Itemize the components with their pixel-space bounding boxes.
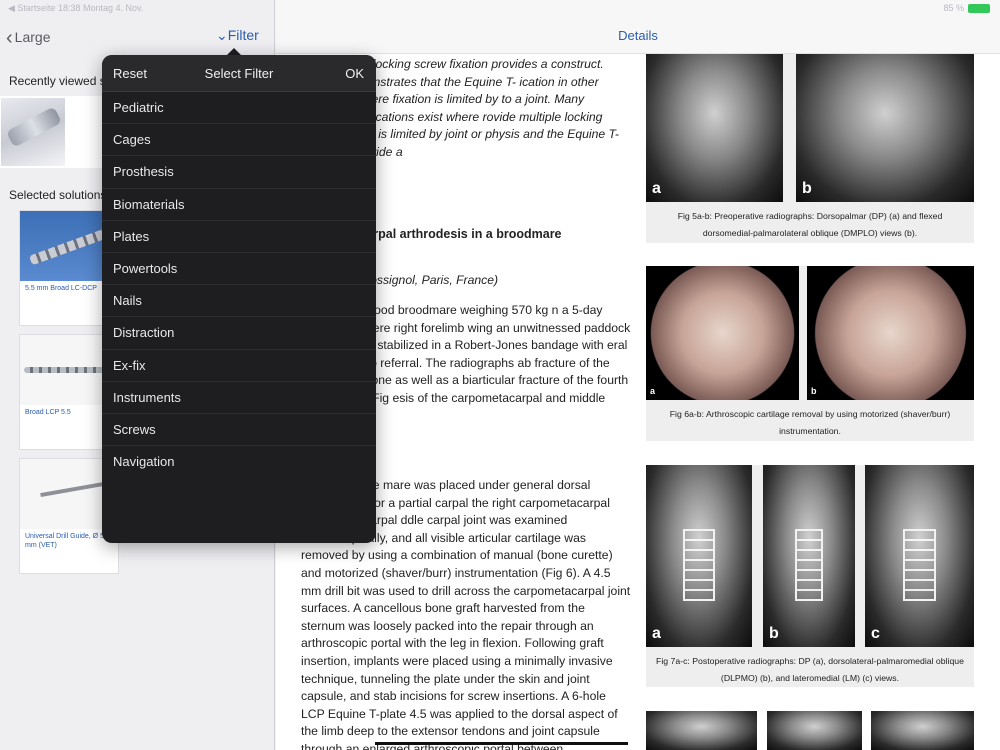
figure-6-caption: Fig 6a-b: Arthroscopic cartilage removal… — [669, 409, 951, 436]
panel-letter: a — [652, 180, 661, 197]
filter-label: Filter — [227, 27, 259, 43]
filter-item-screws[interactable]: Screws — [102, 414, 376, 447]
filter-item-pediatric[interactable]: Pediatric — [102, 92, 376, 125]
panel-letter: b — [769, 625, 779, 642]
status-left: ◀ Startseite 18:38 Montag 4. Nov. — [8, 3, 144, 13]
figure-8-partial[interactable] — [646, 711, 974, 750]
implant-plate — [903, 528, 936, 602]
filter-list: Pediatric Cages Prosthesis Biomaterials … — [102, 92, 376, 478]
radiograph-image — [871, 711, 974, 750]
back-button[interactable]: ‹ Large — [6, 27, 50, 50]
filter-popover: Reset Select Filter OK Pediatric Cages P… — [102, 55, 376, 543]
filter-item-cages[interactable]: Cages — [102, 124, 376, 157]
chevron-left-icon: ‹ — [6, 27, 13, 49]
popover-header: Reset Select Filter OK — [102, 55, 376, 92]
figure-5-caption: Fig 5a-b: Preoperative radiographs: Dors… — [677, 211, 943, 238]
implant-plate — [795, 528, 823, 602]
filter-item-nails[interactable]: Nails — [102, 285, 376, 318]
panel-letter: a — [650, 386, 656, 396]
figure-7[interactable]: a b c Fig 7a-c: Postoperative radiograph… — [646, 465, 974, 687]
radiograph-image: b — [763, 465, 855, 647]
battery-icon — [968, 4, 990, 14]
panel-letter: c — [871, 625, 880, 642]
filter-item-powertools[interactable]: Powertools — [102, 253, 376, 286]
filter-item-instruments[interactable]: Instruments — [102, 382, 376, 414]
text-highlight-underline — [375, 742, 628, 745]
figure-6-images: a b — [646, 266, 974, 400]
radiograph-image: a — [646, 54, 783, 202]
recent-item-thumbnail[interactable] — [1, 98, 65, 166]
app-root: ‹ Large ⌄Filter Recently viewed so Select… — [0, 0, 1000, 750]
arthroscopy-image: b — [807, 266, 974, 400]
chevron-down-icon: ⌄ — [216, 27, 228, 43]
radiograph-image: b — [796, 54, 974, 202]
implant-plate — [683, 528, 715, 602]
filter-item-plates[interactable]: Plates — [102, 221, 376, 253]
arthroscopy-image: a — [646, 266, 799, 400]
figure-5[interactable]: a b Fig 5a-b: Preoperative radiographs: … — [646, 54, 974, 243]
panel-letter: b — [802, 180, 812, 197]
selected-solutions-title: Selected solutions — [9, 188, 107, 202]
figure-6[interactable]: a b Fig 6a-b: Arthroscopic cartilage rem… — [646, 266, 974, 441]
battery-percent: 85 % — [943, 3, 964, 13]
filter-item-biomaterials[interactable]: Biomaterials — [102, 189, 376, 221]
radiograph-image: a — [646, 465, 752, 647]
figure-5-images: a b — [646, 54, 974, 202]
filter-item-ex-fix[interactable]: Ex-fix — [102, 350, 376, 382]
radiograph-image — [646, 711, 757, 750]
figure-7-images: a b c — [646, 465, 974, 647]
popover-title: Select Filter — [204, 66, 274, 81]
recently-viewed-title: Recently viewed so — [9, 74, 113, 88]
ok-button[interactable]: OK — [345, 66, 364, 81]
status-right: 85 % — [943, 3, 990, 14]
filter-item-navigation[interactable]: Navigation — [102, 446, 376, 478]
radiograph-image: c — [865, 465, 974, 647]
back-label: Large — [14, 29, 51, 45]
details-title: Details — [618, 28, 658, 43]
radiograph-image — [767, 711, 862, 750]
filter-item-distraction[interactable]: Distraction — [102, 317, 376, 350]
panel-letter: b — [811, 386, 817, 396]
details-pane: Details tion, multiple locking screw fix… — [276, 0, 1000, 750]
status-bar: ◀ Startseite 18:38 Montag 4. Nov. 85 % — [0, 0, 1000, 18]
figure-7-caption: Fig 7a-c: Postoperative radiographs: DP … — [656, 656, 964, 683]
panel-letter: a — [652, 625, 661, 642]
filter-button[interactable]: ⌄Filter — [216, 27, 259, 44]
filter-item-prosthesis[interactable]: Prosthesis — [102, 156, 376, 189]
